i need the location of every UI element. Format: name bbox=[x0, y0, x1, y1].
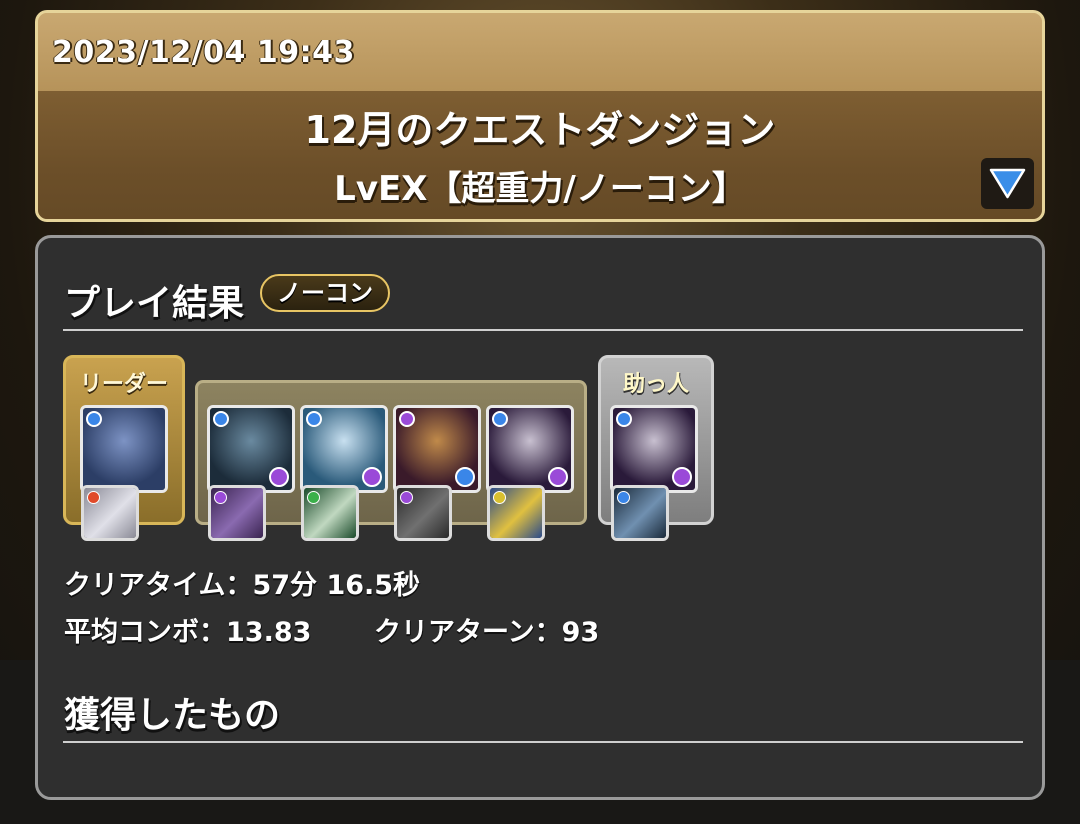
attribute-orb-icon bbox=[306, 411, 322, 427]
clear-turns-label: クリアターン： bbox=[374, 617, 562, 648]
result-panel: プレイ結果 ノーコン リーダー 助っ人 クリアタイム：57分 16.5秒 平均コ… bbox=[35, 235, 1045, 800]
dungeon-header: 2023/12/04 19:43 12月のクエストダンジョン LvEX【超重力/… bbox=[35, 10, 1045, 222]
attribute-orb-icon bbox=[213, 411, 229, 427]
clear-turns-row: クリアターン：93 bbox=[374, 610, 599, 649]
attribute-orb-icon bbox=[86, 411, 102, 427]
sub-assist-card-1[interactable] bbox=[208, 485, 266, 541]
dungeon-name: 12月のクエストダンジョン bbox=[304, 108, 776, 152]
attribute-orb-icon bbox=[616, 411, 632, 427]
clear-time-row: クリアタイム：57分 16.5秒 bbox=[64, 563, 420, 602]
attribute-orb-icon bbox=[492, 411, 508, 427]
sub-assist-card-3[interactable] bbox=[394, 485, 452, 541]
expand-button[interactable] bbox=[981, 158, 1034, 209]
rewards-title: 獲得したもの bbox=[64, 695, 281, 736]
attribute-orb-icon bbox=[399, 411, 415, 427]
assist-attribute-orb-icon bbox=[307, 491, 320, 504]
leader-label: リーダー bbox=[79, 372, 168, 397]
avg-combo-label: 平均コンボ： bbox=[64, 617, 226, 648]
divider-bottom bbox=[63, 741, 1023, 743]
triangle-down-icon bbox=[989, 168, 1026, 199]
sub-assist-card-2[interactable] bbox=[301, 485, 359, 541]
clear-time-label: クリアタイム： bbox=[64, 570, 253, 601]
clear-time-value: 57分 16.5秒 bbox=[252, 570, 421, 601]
assist-attribute-orb-icon bbox=[617, 491, 630, 504]
floor-name: LvEX【超重力/ノーコン】 bbox=[334, 169, 746, 209]
assist-attribute-orb-icon bbox=[214, 491, 227, 504]
assist-attribute-orb-icon bbox=[87, 491, 100, 504]
leader-assist-card[interactable] bbox=[81, 485, 139, 541]
helper-monster-card[interactable] bbox=[610, 405, 698, 493]
sub-attribute-orb-icon bbox=[672, 467, 692, 487]
assist-attribute-orb-icon bbox=[400, 491, 413, 504]
sub-monster-card-4[interactable] bbox=[486, 405, 574, 493]
sub-monster-card-2[interactable] bbox=[300, 405, 388, 493]
sub-assist-card-4[interactable] bbox=[487, 485, 545, 541]
sub-attribute-orb-icon bbox=[455, 467, 475, 487]
play-datetime: 2023/12/04 19:43 bbox=[52, 35, 355, 70]
sub-monster-card-3[interactable] bbox=[393, 405, 481, 493]
helper-label: 助っ人 bbox=[622, 372, 689, 397]
sub-attribute-orb-icon bbox=[548, 467, 568, 487]
avg-combo-row: 平均コンボ：13.83 bbox=[64, 610, 311, 649]
clear-turns-value: 93 bbox=[561, 617, 600, 648]
play-result-title: プレイ結果 bbox=[64, 283, 245, 324]
sub-monster-card-1[interactable] bbox=[207, 405, 295, 493]
helper-assist-card[interactable] bbox=[611, 485, 669, 541]
leader-monster-card[interactable] bbox=[80, 405, 168, 493]
no-continue-badge: ノーコン bbox=[260, 274, 390, 312]
avg-combo-value: 13.83 bbox=[226, 617, 312, 648]
sub-attribute-orb-icon bbox=[362, 467, 382, 487]
divider-top bbox=[63, 329, 1023, 331]
assist-attribute-orb-icon bbox=[493, 491, 506, 504]
sub-attribute-orb-icon bbox=[269, 467, 289, 487]
